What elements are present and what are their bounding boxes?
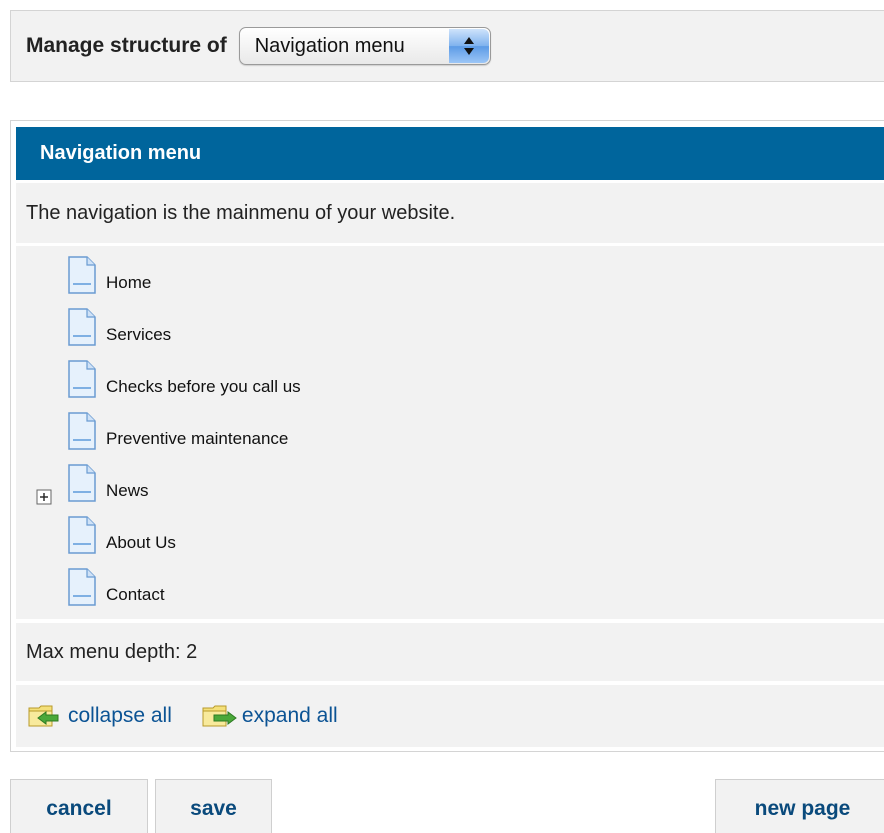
- select-arrows-icon: [448, 29, 489, 63]
- page-icon: [68, 568, 96, 606]
- panel-title: Navigation menu: [16, 127, 884, 180]
- tree-item-label: Home: [106, 273, 152, 292]
- collapse-all-label: collapse all: [68, 704, 172, 727]
- tree-actions: collapse all expand all: [16, 685, 884, 747]
- tree-item-about-us[interactable]: About Us: [67, 514, 176, 556]
- menu-tree: Home Services Checks before you call us …: [16, 246, 884, 619]
- page-icon: [68, 256, 96, 294]
- tree-item-checks-before-you-call-us[interactable]: Checks before you call us: [67, 358, 301, 400]
- folder-arrow-left-icon: [28, 705, 59, 727]
- collapse-all-link[interactable]: collapse all: [28, 703, 172, 729]
- page-icon: [68, 308, 96, 346]
- max-menu-depth: Max menu depth: 2: [16, 623, 884, 681]
- menu-select-value: Navigation menu: [254, 34, 405, 57]
- tree-item-label: About Us: [106, 533, 176, 552]
- tree-item-label: Contact: [106, 585, 165, 604]
- tree-item-label: Preventive maintenance: [106, 429, 289, 448]
- page: Manage structure of Navigation menu Navi…: [0, 0, 884, 833]
- page-icon: [68, 360, 96, 398]
- tree-item-contact[interactable]: Contact: [67, 566, 165, 608]
- folder-arrow-right-icon: [202, 705, 237, 727]
- menu-select[interactable]: Navigation menu: [238, 27, 491, 65]
- expand-all-link[interactable]: expand all: [202, 703, 338, 729]
- page-icon: [68, 464, 96, 502]
- tree-item-label: Checks before you call us: [106, 377, 301, 396]
- new-page-button[interactable]: new page: [715, 779, 884, 833]
- tree-item-preventive-maintenance[interactable]: Preventive maintenance: [67, 410, 288, 452]
- tree-item-label: News: [106, 481, 149, 500]
- navigation-panel: Navigation menu The navigation is the ma…: [10, 120, 884, 752]
- tree-item-services[interactable]: Services: [67, 306, 171, 348]
- page-icon: [68, 516, 96, 554]
- tree-item-news[interactable]: News: [67, 462, 149, 504]
- save-button[interactable]: save: [155, 779, 272, 833]
- panel-description: The navigation is the mainmenu of your w…: [16, 183, 884, 243]
- expand-all-label: expand all: [241, 704, 338, 727]
- page-icon: [68, 412, 96, 450]
- cancel-button[interactable]: cancel: [10, 779, 148, 833]
- manage-structure-label: Manage structure of: [26, 34, 227, 57]
- tree-item-label: Services: [106, 325, 172, 344]
- manage-structure-bar: Manage structure of Navigation menu: [10, 10, 884, 82]
- tree-item-home[interactable]: Home: [67, 254, 151, 296]
- plus-box-icon[interactable]: [36, 489, 52, 505]
